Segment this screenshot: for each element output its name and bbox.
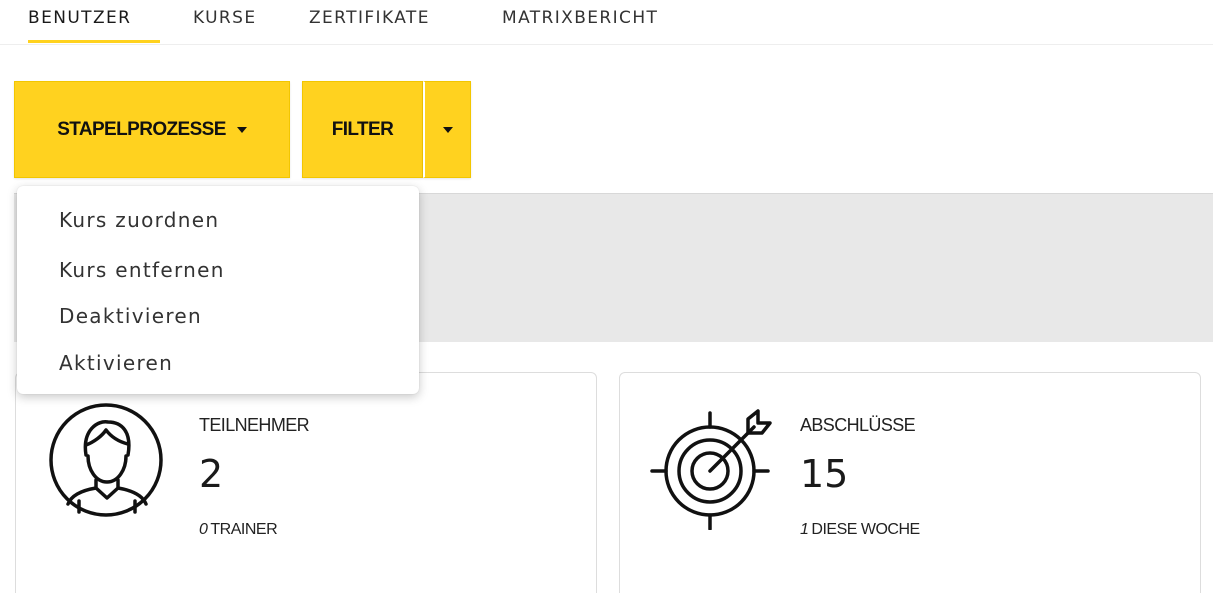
top-tab-bar: BENUTZER KURSE ZERTIFIKATE MATRIXBERICHT: [0, 0, 1213, 45]
trainer-count-number: 0: [199, 521, 208, 538]
batch-process-menu: Kurs zuordnen Kurs entfernen Deaktiviere…: [17, 186, 419, 394]
tab-kurse[interactable]: KURSE: [193, 8, 256, 28]
chevron-down-icon: [442, 126, 453, 133]
trainer-count: 0 TRAINER: [199, 521, 278, 539]
completions-card: ABSCHLÜSSE 15 1 DIESE WOCHE: [619, 372, 1201, 593]
participants-card: TEILNEHMER 2 0 TRAINER: [15, 372, 597, 593]
menu-item-assign-course[interactable]: Kurs zuordnen: [59, 208, 219, 232]
batch-process-button[interactable]: STAPELPROZESSE: [14, 81, 290, 178]
menu-item-deactivate[interactable]: Deaktivieren: [59, 304, 202, 328]
filter-dropdown-toggle[interactable]: [423, 81, 471, 178]
participants-count: 2: [199, 452, 224, 496]
target-icon: [650, 405, 775, 534]
chevron-down-icon: [236, 126, 247, 133]
completions-title: ABSCHLÜSSE: [800, 415, 916, 435]
tab-benutzer[interactable]: BENUTZER: [28, 8, 131, 28]
batch-process-label: STAPELPROZESSE: [57, 118, 226, 140]
user-icon: [46, 400, 166, 524]
this-week-label: DIESE WOCHE: [811, 521, 920, 538]
this-week-count: 1 DIESE WOCHE: [800, 521, 920, 539]
tab-zertifikate[interactable]: ZERTIFIKATE: [309, 8, 430, 28]
menu-item-activate[interactable]: Aktivieren: [59, 351, 173, 375]
completions-count: 15: [800, 452, 849, 496]
filter-button[interactable]: FILTER: [302, 81, 423, 178]
tab-matrixbericht[interactable]: MATRIXBERICHT: [502, 8, 658, 28]
filter-label: FILTER: [331, 118, 394, 140]
trainer-count-label: TRAINER: [210, 521, 278, 538]
this-week-number: 1: [800, 521, 809, 538]
participants-title: TEILNEHMER: [199, 415, 310, 435]
active-tab-indicator: [28, 40, 160, 43]
menu-item-remove-course[interactable]: Kurs entfernen: [59, 258, 225, 282]
